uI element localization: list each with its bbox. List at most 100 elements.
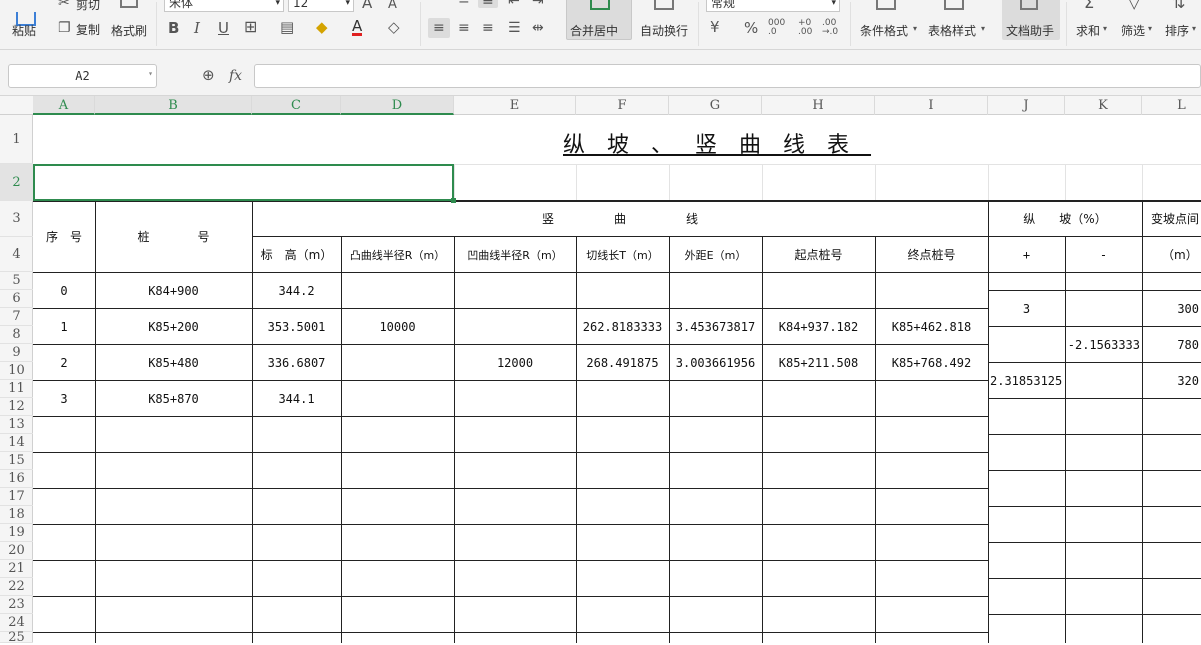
align-left-icon[interactable]: ≡ (428, 18, 450, 38)
fill-color-icon[interactable]: ◆ (316, 20, 328, 35)
percent-icon[interactable]: % (744, 21, 758, 36)
font-grow-icon[interactable]: A (362, 0, 372, 11)
increase-decimal-icon[interactable]: +0.00 (798, 19, 812, 37)
table-cell-elevation[interactable]: 344.2 (252, 273, 341, 308)
table-cell-start[interactable]: K85+211.508 (762, 345, 875, 380)
row-header-1[interactable]: 1 (0, 115, 33, 164)
row-header-2[interactable]: 2 (0, 164, 33, 201)
row-header-7[interactable]: 7 (0, 308, 33, 326)
table-cell-seq[interactable]: 0 (33, 273, 95, 308)
active-cell-selection[interactable] (33, 164, 456, 203)
column-header-b[interactable]: B (95, 96, 252, 115)
row-header-25[interactable]: 25 (0, 630, 33, 645)
align-top-icon[interactable]: ‾ (434, 0, 441, 8)
grade-length-cell[interactable]: 320 (1142, 363, 1201, 398)
align-bottom-icon[interactable]: ≡ (478, 0, 498, 8)
row-header-19[interactable]: 19 (0, 524, 33, 542)
filter-button[interactable]: 筛选 (1121, 22, 1145, 39)
bold-icon[interactable]: B (168, 21, 179, 36)
table-cell-tangent[interactable]: 268.491875 (576, 345, 669, 380)
font-shrink-icon[interactable]: A (388, 0, 397, 12)
italic-icon[interactable]: I (194, 21, 200, 36)
row-header-5[interactable]: 5 (0, 272, 33, 290)
cut-button[interactable]: 剪切 (76, 0, 100, 13)
fill-style-icon[interactable]: ▤ (280, 20, 294, 35)
number-format-select[interactable]: 常规 ▾ (706, 0, 840, 12)
sort-icon[interactable]: ⇅ (1172, 0, 1185, 11)
align-right-icon[interactable]: ≡ (482, 21, 494, 35)
column-header-h[interactable]: H (762, 96, 875, 115)
row-header-14[interactable]: 14 (0, 434, 33, 452)
font-name-select[interactable]: 宋体 ▾ (164, 0, 284, 12)
sort-button[interactable]: 排序 (1165, 22, 1189, 39)
table-cell-station[interactable]: K85+200 (95, 309, 252, 344)
table-cell-end[interactable]: K85+462.818 (875, 309, 988, 344)
indent-decrease-icon[interactable]: ⇤ (508, 0, 520, 8)
table-cell-elevation[interactable]: 336.6807 (252, 345, 341, 380)
table-cell-external[interactable]: 3.003661956 (669, 345, 762, 380)
grade-plus-cell[interactable]: 2.31853125 (988, 363, 1065, 398)
table-cell-start[interactable]: K84+937.182 (762, 309, 875, 344)
align-middle-icon[interactable]: = (458, 0, 470, 8)
sum-button[interactable]: 求和 (1076, 22, 1100, 39)
fx-label[interactable]: fx (229, 68, 242, 84)
row-header-4[interactable]: 4 (0, 237, 33, 272)
row-header-21[interactable]: 21 (0, 560, 33, 578)
font-size-select[interactable]: 12 ▾ (288, 0, 354, 12)
table-cell-seq[interactable]: 2 (33, 345, 95, 380)
grade-minus-cell[interactable]: -2.1563333 (1065, 327, 1142, 362)
table-cell-tangent[interactable]: 262.8183333 (576, 309, 669, 344)
row-header-10[interactable]: 10 (0, 362, 33, 380)
font-color-icon[interactable]: A (352, 19, 363, 36)
row-header-9[interactable]: 9 (0, 344, 33, 362)
column-header-g[interactable]: G (669, 96, 762, 115)
row-header-20[interactable]: 20 (0, 542, 33, 560)
justify-icon[interactable]: ☰ (508, 21, 521, 35)
table-cell-station[interactable]: K85+480 (95, 345, 252, 380)
row-header-22[interactable]: 22 (0, 578, 33, 596)
row-header-13[interactable]: 13 (0, 416, 33, 434)
distribute-icon[interactable]: ⇹ (532, 21, 544, 35)
formula-input[interactable] (254, 64, 1201, 88)
table-cell-external[interactable]: 3.453673817 (669, 309, 762, 344)
grade-length-cell[interactable]: 300 (1142, 291, 1201, 326)
column-header-k[interactable]: K (1065, 96, 1142, 115)
row-header-12[interactable]: 12 (0, 398, 33, 416)
row-header-15[interactable]: 15 (0, 452, 33, 470)
table-cell-end[interactable]: K85+768.492 (875, 345, 988, 380)
spreadsheet-grid[interactable]: 纵坡、竖曲线表 序 号 桩 号 竖 曲 线 标 高（m） 凸曲线半径R（m） 凹… (33, 115, 1201, 643)
column-header-i[interactable]: I (875, 96, 988, 115)
grade-length-cell[interactable]: 780 (1142, 327, 1201, 362)
row-header-16[interactable]: 16 (0, 470, 33, 488)
indent-increase-icon[interactable]: ⇥ (532, 0, 544, 8)
row-header-11[interactable]: 11 (0, 380, 33, 398)
table-cell-elevation[interactable]: 353.5001 (252, 309, 341, 344)
clear-format-icon[interactable]: ◇ (388, 20, 400, 35)
table-cell-elevation[interactable]: 344.1 (252, 381, 341, 416)
column-header-l[interactable]: L (1142, 96, 1201, 115)
filter-icon[interactable]: ▽ (1128, 0, 1140, 11)
table-cell-seq[interactable]: 3 (33, 381, 95, 416)
grade-plus-cell[interactable]: 3 (988, 291, 1065, 326)
column-header-f[interactable]: F (576, 96, 669, 115)
zoom-formula-icon[interactable]: ⊕ (202, 68, 215, 83)
decrease-decimal-icon[interactable]: .00 →.0 (822, 19, 838, 37)
column-header-d[interactable]: D (341, 96, 454, 115)
row-header-18[interactable]: 18 (0, 506, 33, 524)
copy-button[interactable]: 复制 (76, 21, 100, 38)
row-header-23[interactable]: 23 (0, 596, 33, 614)
table-cell-seq[interactable]: 1 (33, 309, 95, 344)
row-header-3[interactable]: 3 (0, 201, 33, 237)
table-cell-station[interactable]: K85+870 (95, 381, 252, 416)
column-header-e[interactable]: E (454, 96, 576, 115)
column-header-c[interactable]: C (252, 96, 341, 115)
sum-icon[interactable]: Σ (1084, 0, 1094, 11)
thousands-icon[interactable]: 000.0 (768, 19, 785, 37)
table-cell-station[interactable]: K84+900 (95, 273, 252, 308)
row-header-8[interactable]: 8 (0, 326, 33, 344)
row-header-6[interactable]: 6 (0, 290, 33, 308)
underline-icon[interactable]: U (218, 21, 229, 36)
border-icon[interactable]: ⊞ (244, 19, 257, 35)
row-header-17[interactable]: 17 (0, 488, 33, 506)
table-cell-concave[interactable]: 12000 (454, 345, 576, 380)
